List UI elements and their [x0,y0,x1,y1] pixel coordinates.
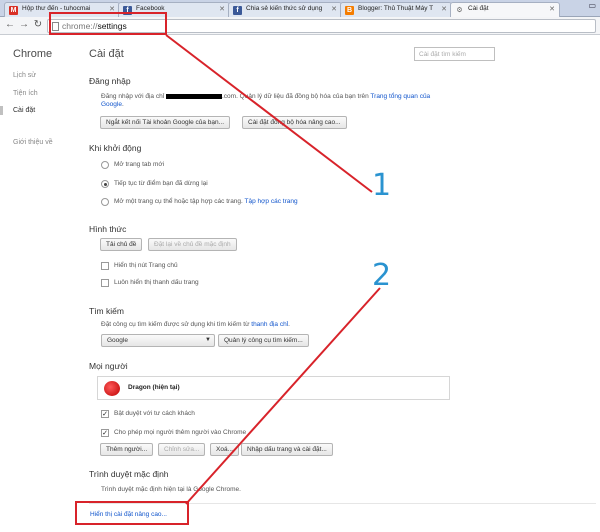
avatar [104,381,120,396]
tab-label: Chia sẻ kiến thức sử dụng [246,5,323,12]
get-themes-button[interactable]: Tải chủ đề [100,238,143,251]
signin-heading: Đăng nhập [89,76,131,86]
show-home-checkbox[interactable] [101,262,109,270]
annotation-number-1: 1 [372,168,392,203]
startup-radio-newtab[interactable] [101,161,109,169]
set-pages-link[interactable]: Tập hợp các trang [245,198,298,205]
annotation-box-advanced [75,501,189,525]
gmail-icon: M [9,6,18,15]
tab-label: Cài đặt [468,5,489,12]
settings-search-input[interactable]: Cài đặt tìm kiếm [414,47,495,61]
allow-add-person-label: Cho phép mọi người thêm người vào Chrome [114,429,247,436]
dropdown-arrow-icon: ▼ [205,337,211,343]
default-browser-heading: Trình duyệt mặc định [89,469,169,479]
signin-text: Đăng nhập với địa chỉ .com. Quản lý dữ l… [101,93,431,100]
gear-icon: ⚙ [456,7,463,14]
search-engine-select[interactable]: Google ▼ [101,334,215,347]
people-heading: Mọi người [89,361,128,371]
window-controls[interactable]: ▭ [588,1,596,10]
advanced-sync-button[interactable]: Cài đặt đồng bộ hóa nâng cao... [242,116,347,129]
show-bookmarks-checkbox[interactable] [101,279,109,287]
redacted-email [165,93,222,99]
sidebar-item-history[interactable]: Lịch sử [13,72,36,79]
google-dashboard-link[interactable]: Google [101,101,122,108]
blogger-icon: B [345,6,354,15]
tab-chia-se[interactable]: f Chia sẻ kiến thức sử dụng ✕ [228,2,342,17]
startup-radio-specific[interactable] [101,198,109,206]
default-browser-text: Trình duyệt mặc định hiện tại là Google … [101,486,241,493]
profile-name: Dragon (hiện tại) [128,384,180,391]
annotation-box-address [49,12,167,35]
back-icon[interactable]: ← [4,19,16,31]
omnibox-link[interactable]: thanh địa chỉ [251,321,288,328]
page-title: Cài đặt [89,48,124,60]
allow-add-person-checkbox[interactable]: ✓ [101,429,109,437]
show-bookmarks-label: Luôn hiển thị thanh dấu trang [114,279,199,286]
sidebar-item-settings[interactable]: Cài đặt [13,107,35,114]
manage-search-engines-button[interactable]: Quản lý công cụ tìm kiếm... [218,334,309,347]
sidebar-item-about[interactable]: Giới thiệu về [13,139,53,146]
disconnect-account-button[interactable]: Ngắt kết nối Tài khoản Google của bạn... [100,116,231,129]
startup-option-label: Tiếp tục từ điểm bạn đã dừng lại [114,180,208,187]
startup-radio-continue[interactable] [101,180,109,188]
dashboard-link[interactable]: Trang tổng quan của [370,93,430,100]
tab-label: Facebook [136,5,165,12]
annotation-line-1 [165,34,373,193]
tab-blogger[interactable]: B Blogger: Thủ Thuật Máy T ✕ [340,2,452,17]
close-icon[interactable]: ✕ [331,5,337,13]
guest-browsing-checkbox[interactable]: ✓ [101,410,109,418]
sidebar-item-extensions[interactable]: Tiện ích [13,90,38,97]
profile-list[interactable]: Dragon (hiện tại) [97,376,450,400]
reset-theme-button[interactable]: Đặt lại về chủ đề mặc định [148,238,237,251]
facebook-icon: f [233,6,242,15]
close-icon[interactable]: ✕ [549,5,555,13]
sidebar-title: Chrome [13,48,53,60]
close-icon[interactable]: ✕ [441,5,447,13]
reload-icon[interactable]: ↻ [32,19,44,31]
remove-person-button[interactable]: Xoá... [210,443,239,456]
add-person-button[interactable]: Thêm người... [100,443,154,456]
search-description: Đặt công cụ tìm kiếm được sử dụng khi tì… [101,321,290,328]
edit-person-button[interactable]: Chỉnh sửa... [158,443,206,456]
search-heading: Tìm kiếm [89,306,124,316]
active-indicator [0,106,3,115]
forward-icon[interactable]: → [18,19,30,31]
startup-option-label: Mở trang tab mới [114,161,165,168]
close-icon[interactable]: ✕ [219,5,225,13]
annotation-number-2: 2 [372,258,392,293]
guest-browsing-label: Bật duyệt với tư cách khách [114,410,195,417]
tab-label: Hộp thư đến - tuhocmai [22,5,91,12]
appearance-heading: Hình thức [89,224,127,234]
startup-heading: Khi khởi động [89,143,142,153]
show-home-label: Hiển thị nút Trang chủ [114,262,178,269]
tab-settings[interactable]: ⚙ Cài đặt ✕ [450,2,560,18]
import-bookmarks-button[interactable]: Nhập dấu trang và cài đặt... [241,443,333,456]
startup-option-label: Mở một trang cụ thể hoặc tập hợp các tra… [114,198,298,205]
tab-label: Blogger: Thủ Thuật Máy T [358,5,434,12]
